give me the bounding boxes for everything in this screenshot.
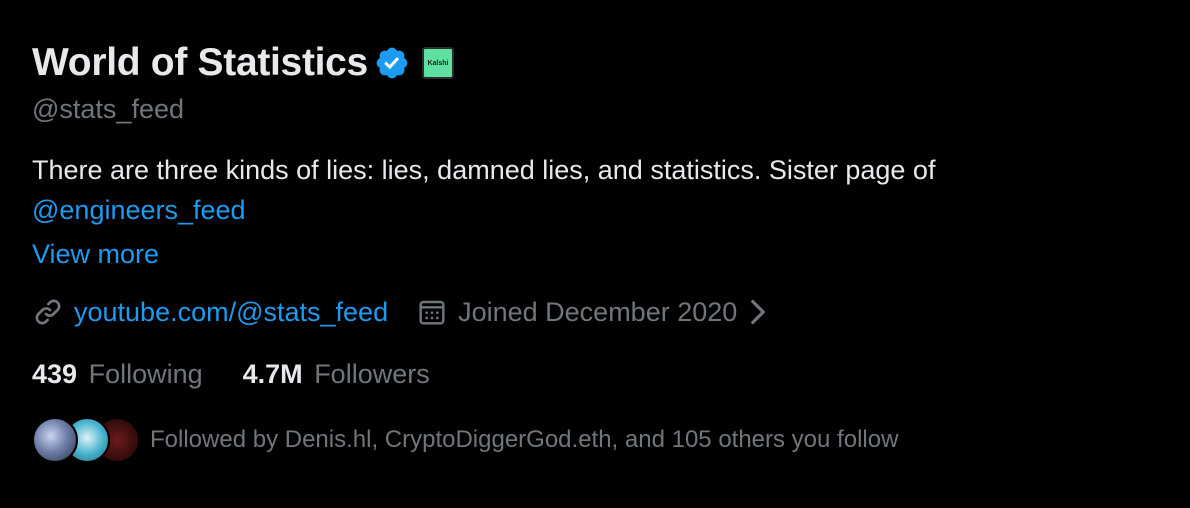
following-label: Following <box>88 358 203 389</box>
website-link[interactable]: youtube.com/@stats_feed <box>74 297 388 328</box>
chevron-right-icon[interactable] <box>747 298 769 326</box>
view-more-link[interactable]: View more <box>32 234 1162 274</box>
following-count: 439 <box>32 358 78 389</box>
following-link[interactable]: 439 Following <box>32 359 203 390</box>
verified-badge-icon[interactable] <box>374 45 410 81</box>
affiliate-badge[interactable]: Kalshi <box>421 47 454 79</box>
joined-date: Joined December 2020 <box>458 296 738 327</box>
affiliate-badge-label: Kalshi <box>427 59 449 67</box>
website-item: youtube.com/@stats_feed <box>32 296 388 328</box>
follower-avatars <box>32 415 140 465</box>
follow-counts: 439 Following 4.7M Followers <box>32 354 1162 394</box>
profile-bio: There are three kinds of lies: lies, dam… <box>32 150 1132 230</box>
name-row: World of Statistics Kalshi <box>32 38 1162 88</box>
followed-by-text: Followed by Denis.hl, CryptoDiggerGod.et… <box>150 426 899 453</box>
calendar-icon <box>419 300 445 325</box>
followers-label: Followers <box>314 358 430 389</box>
link-icon <box>35 299 61 325</box>
display-name: World of Statistics <box>32 41 368 84</box>
profile-header: World of Statistics Kalshi @stats_feed T… <box>32 38 1162 468</box>
bio-mention-link[interactable]: @engineers_feed <box>32 195 246 225</box>
followed-by-row[interactable]: Followed by Denis.hl, CryptoDiggerGod.et… <box>32 412 1162 468</box>
profile-handle: @stats_feed <box>32 94 184 124</box>
bio-text: There are three kinds of lies: lies, dam… <box>32 155 936 185</box>
profile-meta: youtube.com/@stats_feed Joined December … <box>32 292 1162 332</box>
joined-item[interactable]: Joined December 2020 <box>416 296 769 328</box>
followers-count: 4.7M <box>242 358 303 389</box>
followers-link[interactable]: 4.7M Followers <box>243 359 430 390</box>
avatar <box>32 417 78 463</box>
